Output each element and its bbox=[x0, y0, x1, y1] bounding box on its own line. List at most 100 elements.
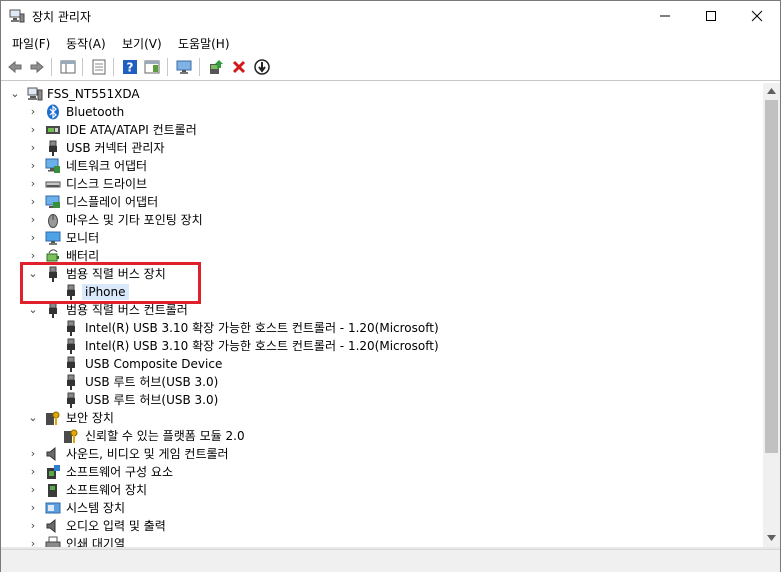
menu-view[interactable]: 보기(V) bbox=[122, 35, 162, 52]
menu-bar: 파일(F) 동작(A) 보기(V) 도움말(H) bbox=[1, 32, 780, 52]
system-device-icon bbox=[45, 500, 61, 516]
collapse-chevron-icon[interactable]: ⌄ bbox=[27, 303, 39, 317]
expand-chevron-icon[interactable]: › bbox=[27, 483, 39, 497]
tree-node-network-adapter[interactable]: › 네트워크 어댑터 bbox=[1, 157, 763, 175]
tree-node-label: Intel(R) USB 3.10 확장 가능한 호스트 컨트롤러 - 1.20… bbox=[85, 321, 439, 335]
tree-node-usb-connector-manager[interactable]: › USB 커넥터 관리자 bbox=[1, 139, 763, 157]
tree-node-sound-video-game[interactable]: › 사운드, 비디오 및 게임 컨트롤러 bbox=[1, 445, 763, 463]
scan-hardware-button[interactable] bbox=[174, 57, 194, 77]
vertical-scrollbar[interactable] bbox=[763, 83, 780, 547]
monitor-icon bbox=[45, 230, 61, 246]
usb-plug-icon bbox=[63, 338, 79, 354]
menu-action[interactable]: 동작(A) bbox=[66, 35, 106, 52]
expand-chevron-icon[interactable]: › bbox=[27, 501, 39, 515]
tree-root[interactable]: ⌄ FSS_NT551XDA bbox=[1, 85, 763, 103]
tree-node-intel-usb-host-2[interactable]: Intel(R) USB 3.10 확장 가능한 호스트 컨트롤러 - 1.20… bbox=[1, 337, 763, 355]
disable-device-button[interactable] bbox=[252, 57, 272, 77]
scroll-down-icon[interactable] bbox=[767, 535, 776, 541]
collapse-chevron-icon[interactable]: ⌄ bbox=[27, 411, 39, 425]
uninstall-icon bbox=[232, 60, 246, 74]
tree-node-usb-root-hub-2[interactable]: USB 루트 허브(USB 3.0) bbox=[1, 391, 763, 409]
tree-node-security-devices[interactable]: ⌄ 보안 장치 bbox=[1, 409, 763, 427]
expand-chevron-icon[interactable]: › bbox=[27, 195, 39, 209]
usb-plug-icon bbox=[45, 140, 61, 156]
expand-chevron-icon[interactable]: › bbox=[27, 519, 39, 533]
software-component-icon bbox=[45, 464, 61, 480]
expand-chevron-icon[interactable]: › bbox=[27, 447, 39, 461]
tree-node-monitor[interactable]: › 모니터 bbox=[1, 229, 763, 247]
device-tree[interactable]: ⌄ FSS_NT551XDA › Bluetooth › IDE ATA/ATA… bbox=[1, 83, 763, 547]
tree-node-label: 네트워크 어댑터 bbox=[66, 159, 148, 173]
computer-icon bbox=[27, 86, 43, 102]
maximize-button[interactable] bbox=[688, 1, 734, 31]
tree-node-label: 신뢰할 수 있는 플랫폼 모듈 2.0 bbox=[85, 429, 245, 443]
tree-node-disk-drive[interactable]: › 디스크 드라이브 bbox=[1, 175, 763, 193]
expand-chevron-icon[interactable]: › bbox=[27, 249, 39, 263]
speaker-icon bbox=[45, 446, 61, 462]
properties-button[interactable] bbox=[89, 57, 109, 77]
expand-chevron-icon[interactable]: › bbox=[27, 141, 39, 155]
properties-icon bbox=[92, 59, 106, 75]
close-icon bbox=[751, 10, 763, 22]
action-pane-button[interactable] bbox=[142, 57, 162, 77]
menu-file[interactable]: 파일(F) bbox=[12, 35, 50, 52]
expand-chevron-icon[interactable]: › bbox=[27, 105, 39, 119]
expand-chevron-icon[interactable]: › bbox=[27, 213, 39, 227]
tree-node-usb-composite[interactable]: USB Composite Device bbox=[1, 355, 763, 373]
expand-chevron-icon[interactable]: › bbox=[27, 465, 39, 479]
tree-node-software-components[interactable]: › 소프트웨어 구성 요소 bbox=[1, 463, 763, 481]
scroll-up-icon[interactable] bbox=[767, 88, 776, 94]
help-button[interactable]: ? bbox=[120, 57, 140, 77]
tree-node-label: IDE ATA/ATAPI 컨트롤러 bbox=[66, 123, 197, 137]
tree-root-label: FSS_NT551XDA bbox=[47, 87, 140, 101]
svg-text:?: ? bbox=[127, 61, 134, 75]
tree-node-usb-root-hub-1[interactable]: USB 루트 허브(USB 3.0) bbox=[1, 373, 763, 391]
tree-node-system-devices[interactable]: › 시스템 장치 bbox=[1, 499, 763, 517]
tree-node-label: Bluetooth bbox=[66, 105, 125, 119]
minimize-button[interactable] bbox=[642, 1, 688, 31]
show-hide-console-tree-button[interactable] bbox=[58, 57, 78, 77]
tree-node-display-adapter[interactable]: › 디스플레이 어댑터 bbox=[1, 193, 763, 211]
title-bar[interactable]: 장치 관리자 bbox=[1, 1, 780, 31]
security-key-icon bbox=[45, 410, 61, 426]
usb-plug-icon bbox=[63, 320, 79, 336]
back-button[interactable] bbox=[5, 57, 25, 77]
tree-node-label: 오디오 입력 및 출력 bbox=[66, 519, 166, 533]
tree-node-label: 디스크 드라이브 bbox=[66, 177, 148, 191]
device-manager-window: 장치 관리자 파일(F) 동작(A) 보기(V) 도움말(H) ? ⌄ FSS_… bbox=[0, 0, 781, 572]
usb-plug-icon bbox=[63, 356, 79, 372]
tree-node-audio-io[interactable]: › 오디오 입력 및 출력 bbox=[1, 517, 763, 535]
mouse-icon bbox=[45, 212, 61, 228]
tree-node-intel-usb-host-1[interactable]: Intel(R) USB 3.10 확장 가능한 호스트 컨트롤러 - 1.20… bbox=[1, 319, 763, 337]
action-pane-icon bbox=[144, 60, 160, 74]
network-adapter-icon bbox=[45, 158, 61, 174]
tree-node-print-queue[interactable]: › 인쇄 대기열 bbox=[1, 535, 763, 547]
tree-node-label: 마우스 및 기타 포인팅 장치 bbox=[66, 213, 203, 227]
tree-node-label: 소프트웨어 구성 요소 bbox=[66, 465, 173, 479]
expand-chevron-icon[interactable]: › bbox=[27, 231, 39, 245]
update-driver-button[interactable] bbox=[206, 57, 226, 77]
tree-node-bluetooth[interactable]: › Bluetooth bbox=[1, 103, 763, 121]
uninstall-device-button[interactable] bbox=[229, 57, 249, 77]
printer-icon bbox=[45, 536, 61, 547]
toolbar-separator bbox=[199, 58, 200, 76]
forward-icon bbox=[30, 60, 44, 74]
collapse-chevron-icon[interactable]: ⌄ bbox=[9, 87, 21, 101]
tree-node-software-devices[interactable]: › 소프트웨어 장치 bbox=[1, 481, 763, 499]
scroll-thumb[interactable] bbox=[765, 100, 778, 453]
menu-help[interactable]: 도움말(H) bbox=[178, 35, 230, 52]
tree-node-label: USB 루트 허브(USB 3.0) bbox=[85, 393, 219, 407]
expand-chevron-icon[interactable]: › bbox=[27, 537, 39, 547]
console-tree-icon bbox=[60, 60, 76, 74]
expand-chevron-icon[interactable]: › bbox=[27, 177, 39, 191]
tree-node-label: 인쇄 대기열 bbox=[66, 537, 126, 547]
tree-node-ide[interactable]: › IDE ATA/ATAPI 컨트롤러 bbox=[1, 121, 763, 139]
tree-node-mouse[interactable]: › 마우스 및 기타 포인팅 장치 bbox=[1, 211, 763, 229]
expand-chevron-icon[interactable]: › bbox=[27, 123, 39, 137]
expand-chevron-icon[interactable]: › bbox=[27, 159, 39, 173]
toolbar-separator bbox=[167, 58, 168, 76]
close-button[interactable] bbox=[734, 1, 780, 31]
tree-node-label: USB Composite Device bbox=[85, 357, 223, 371]
forward-button[interactable] bbox=[27, 57, 47, 77]
tree-node-tpm[interactable]: 신뢰할 수 있는 플랫폼 모듈 2.0 bbox=[1, 427, 763, 445]
